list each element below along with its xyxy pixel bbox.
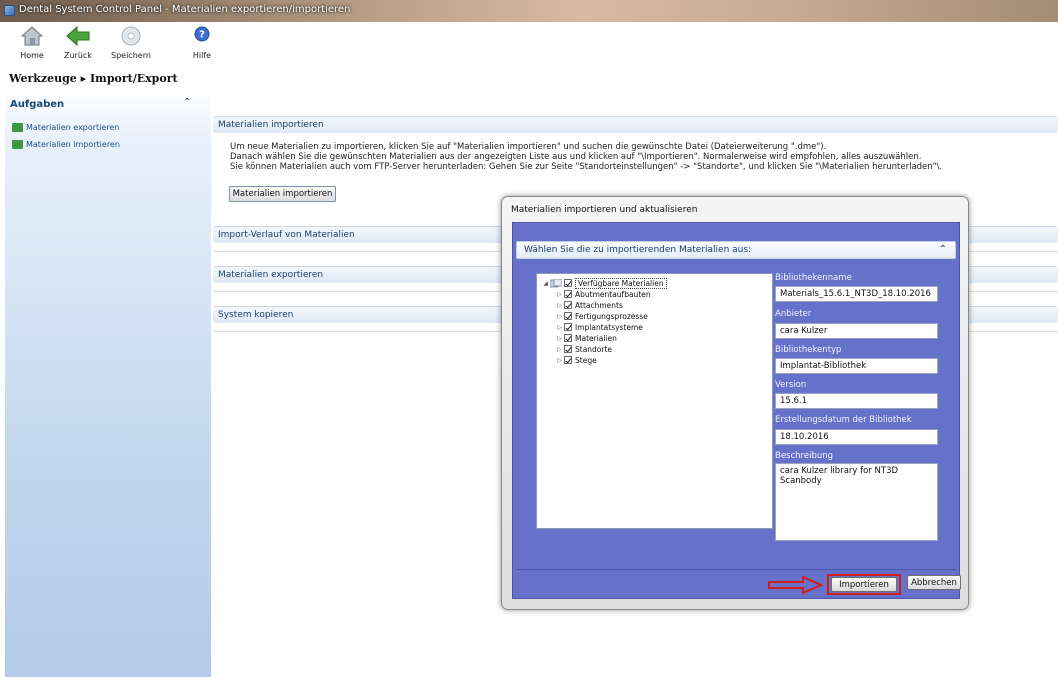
provider-label: Anbieter — [775, 309, 812, 319]
library-name-label: Bibliothekenname — [775, 273, 852, 283]
materials-root-icon — [549, 278, 563, 288]
tree-checkbox[interactable] — [564, 279, 572, 287]
import-icon — [12, 140, 23, 149]
panel-materials-import[interactable]: Materialien importieren — [213, 116, 1058, 133]
sidebar-collapse-icon[interactable]: ⌃ — [183, 97, 191, 108]
tree-item[interactable]: ▷ Attachments — [555, 300, 623, 310]
created-date-field[interactable]: 18.10.2016 — [775, 429, 938, 445]
tree-label: Verfügbare Materialien — [575, 277, 667, 289]
tree-item[interactable]: ▷ Fertigungsprozesse — [555, 311, 648, 321]
save-label: Speichern — [111, 51, 151, 60]
tree-expand-icon[interactable]: ▷ — [555, 357, 564, 364]
home-label: Home — [20, 51, 44, 60]
version-field[interactable]: 15.6.1 — [775, 393, 938, 409]
provider-field[interactable]: cara Kulzer — [775, 323, 938, 339]
tree-expand-icon[interactable]: ▷ — [555, 324, 564, 331]
tree-label: Stege — [575, 355, 597, 365]
tree-expand-icon[interactable]: ▷ — [555, 313, 564, 320]
description-field[interactable]: cara Kulzer library for NT3D Scanbody — [775, 463, 938, 541]
save-button[interactable]: Speichern — [111, 25, 151, 60]
breadcrumb-current: Import/Export — [90, 72, 178, 85]
tree-expand-icon[interactable]: ▷ — [555, 302, 564, 309]
tree-item[interactable]: ▷ Abutmentaufbauten — [555, 289, 651, 299]
tree-item[interactable]: ▷ Implantatsysteme — [555, 322, 643, 332]
tree-checkbox[interactable] — [564, 301, 572, 309]
tree-expand-icon[interactable]: ▷ — [555, 335, 564, 342]
tree-expand-icon[interactable]: ▷ — [555, 346, 564, 353]
sidebar-item-import[interactable]: Materialien importieren — [12, 140, 120, 149]
annotation-highlight-box: Importieren — [827, 574, 901, 595]
help-button[interactable]: ? Hilfe — [190, 25, 214, 60]
library-type-label: Bibliothekentyp — [775, 345, 842, 355]
window-titlebar: Dental System Control Panel - Materialie… — [0, 0, 1058, 22]
svg-text:?: ? — [199, 30, 205, 41]
tree-expand-icon[interactable]: ▷ — [555, 291, 564, 298]
tree-root[interactable]: ◢ Verfügbare Materialien — [541, 277, 667, 289]
collapse-icon[interactable]: ⌃ — [939, 244, 947, 255]
import-button[interactable]: Importieren — [831, 577, 897, 592]
breadcrumb: Werkzeuge ▸ Import/Export — [9, 72, 178, 85]
back-arrow-icon — [65, 25, 91, 47]
home-button[interactable]: Home — [20, 25, 44, 60]
sidebar: Aufgaben ⌃ Materialien exportieren Mater… — [5, 90, 211, 677]
tree-checkbox[interactable] — [564, 323, 572, 331]
import-dialog: Materialien importieren und aktualisiere… — [501, 196, 969, 610]
panel-title: System kopieren — [218, 310, 294, 320]
tree-label: Fertigungsprozesse — [575, 311, 648, 321]
back-label: Zurück — [64, 51, 92, 60]
save-disc-icon — [119, 25, 143, 47]
dialog-body: Wählen Sie die zu importierenden Materia… — [512, 222, 961, 599]
sidebar-item-label: Materialien importieren — [26, 140, 120, 149]
cancel-button[interactable]: Abbrechen — [907, 575, 961, 590]
import-materials-button[interactable]: Materialien importieren — [229, 186, 336, 202]
tree-checkbox[interactable] — [564, 356, 572, 364]
window-title: Dental System Control Panel - Materialie… — [19, 4, 351, 15]
library-name-field[interactable]: Materials_15.6.1_NT3D_18.10.2016 — [775, 286, 938, 302]
tree-item[interactable]: ▷ Materialien — [555, 333, 617, 343]
dialog-subheader-text: Wählen Sie die zu importierenden Materia… — [524, 245, 752, 255]
panel-title: Materialien importieren — [218, 120, 324, 130]
toolbar: Home Zurück Speichern ? Hilfe — [0, 22, 1058, 66]
description-label: Beschreibung — [775, 451, 834, 461]
app-icon — [4, 5, 15, 16]
sidebar-heading: Aufgaben — [10, 99, 65, 110]
tree-checkbox[interactable] — [564, 312, 572, 320]
dialog-title: Materialien importieren und aktualisiere… — [511, 205, 698, 215]
sidebar-item-label: Materialien exportieren — [26, 123, 120, 132]
library-type-field[interactable]: Implantat-Bibliothek — [775, 358, 938, 374]
panel-title: Import-Verlauf von Materialien — [218, 230, 355, 240]
annotation-arrow-icon — [767, 575, 824, 595]
tree-label: Standorte — [575, 344, 613, 354]
tree-checkbox[interactable] — [564, 345, 572, 353]
help-icon: ? — [190, 25, 214, 47]
tree-label: Abutmentaufbauten — [575, 289, 651, 299]
sidebar-item-export[interactable]: Materialien exportieren — [12, 123, 119, 132]
tree-label: Attachments — [575, 300, 623, 310]
tree-checkbox[interactable] — [564, 334, 572, 342]
tree-item[interactable]: ▷ Standorte — [555, 344, 612, 354]
back-button[interactable]: Zurück — [64, 25, 92, 60]
export-icon — [12, 123, 23, 132]
dialog-subheader[interactable]: Wählen Sie die zu importierenden Materia… — [516, 241, 956, 259]
breadcrumb-parent[interactable]: Werkzeuge — [9, 72, 77, 85]
home-icon — [20, 25, 44, 47]
import-description: Um neue Materialien zu importieren, klic… — [230, 142, 942, 172]
tree-label: Materialien — [575, 333, 617, 343]
tree-item[interactable]: ▷ Stege — [555, 355, 597, 365]
version-label: Version — [775, 380, 807, 390]
materials-tree: ◢ Verfügbare Materialien ▷ Abutmentaufba… — [536, 273, 773, 529]
dialog-divider — [516, 569, 956, 570]
breadcrumb-separator: ▸ — [80, 72, 87, 85]
description-line: Um neue Materialien zu importieren, klic… — [230, 142, 827, 152]
tree-checkbox[interactable] — [564, 290, 572, 298]
panel-title: Materialien exportieren — [218, 270, 324, 280]
description-line: Sie können Materialien auch vom FTP-Serv… — [230, 162, 943, 172]
tree-label: Implantatsysteme — [575, 322, 643, 332]
created-date-label: Erstellungsdatum der Bibliothek — [775, 415, 912, 425]
help-label: Hilfe — [192, 51, 212, 60]
description-line: Danach wählen Sie die gewünschten Materi… — [230, 152, 922, 162]
tree-expand-icon[interactable]: ◢ — [541, 280, 550, 287]
